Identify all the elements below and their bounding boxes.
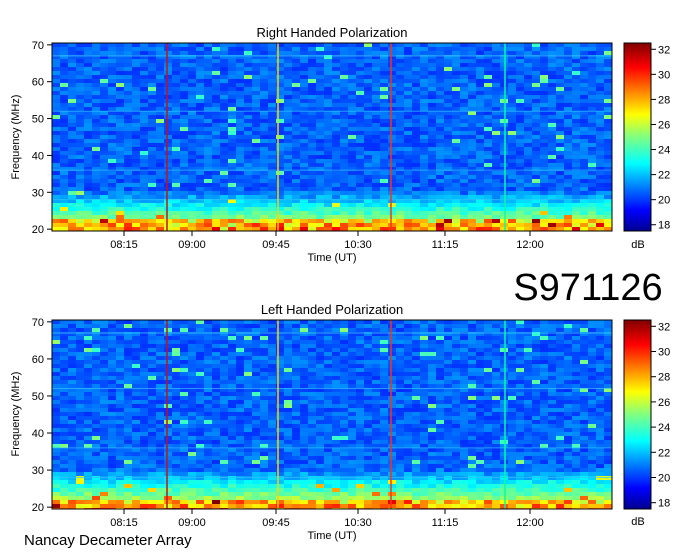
colorbar-tick-label: 20 [658, 195, 670, 207]
colorbar [623, 42, 652, 232]
x-tick-label: 09:00 [178, 239, 206, 251]
y-axis-label: Frequency (MHz) [10, 95, 22, 180]
panel-title: Right Handed Polarization [256, 25, 407, 40]
colorbar-tick-label: 26 [658, 119, 670, 131]
left-spectrogram-image [52, 320, 612, 509]
colorbar-tick-label: 22 [658, 170, 670, 182]
y-tick-label: 60 [32, 77, 44, 89]
colorbar-tick-label: 28 [658, 372, 670, 384]
colorbar-ticks: 32 30 28 26 24 22 20 18 [651, 44, 670, 232]
x-axis-ticks: 08:15 09:00 09:45 10:30 11:15 12:00 [110, 509, 544, 529]
colorbar-tick-label: 20 [658, 473, 670, 485]
x-axis-label: Time (UT) [307, 530, 356, 542]
x-tick-label: 09:00 [178, 517, 206, 529]
right-spectrogram-image [52, 43, 612, 231]
colorbar-unit: dB [631, 239, 644, 251]
colorbar-tick-label: 26 [658, 397, 670, 409]
x-tick-label: 12:00 [516, 239, 544, 251]
x-axis-ticks: 08:15 09:00 09:45 10:30 11:15 12:00 [110, 231, 544, 251]
y-tick-label: 40 [32, 150, 44, 162]
colorbar-tick-label: 24 [658, 145, 670, 157]
x-tick-label: 11:15 [432, 517, 459, 529]
footer-label: Nancay Decameter Array [24, 532, 192, 549]
colorbar-ticks: 32 30 28 26 24 22 20 18 [651, 321, 670, 510]
x-tick-label: 11:15 [432, 239, 459, 251]
y-tick-label: 50 [32, 114, 44, 126]
colorbar-tick-label: 30 [658, 347, 670, 359]
right-polarization-panel: Right Handed Polarization 20 30 40 50 60 70 0… [10, 25, 670, 264]
left-polarization-panel: Left Handed Polarization 20 30 40 50 60 70 08… [10, 302, 670, 542]
y-axis-label: Frequency (MHz) [10, 372, 22, 457]
y-tick-label: 40 [32, 428, 44, 440]
y-tick-label: 30 [32, 187, 44, 199]
colorbar-tick-label: 32 [658, 321, 670, 333]
y-tick-label: 60 [32, 354, 44, 366]
y-tick-label: 50 [32, 391, 44, 403]
x-tick-label: 09:45 [262, 239, 290, 251]
x-tick-label: 10:30 [344, 517, 372, 529]
y-tick-label: 30 [32, 465, 44, 477]
colorbar-tick-label: 28 [658, 94, 670, 106]
x-tick-label: 09:45 [262, 517, 290, 529]
x-tick-label: 10:30 [344, 239, 372, 251]
colorbar [623, 319, 652, 510]
y-axis-ticks: 20 30 40 50 60 70 [32, 40, 52, 236]
x-axis-label: Time (UT) [307, 252, 356, 264]
panel-title: Left Handed Polarization [261, 302, 403, 317]
x-tick-label: 12:00 [516, 517, 544, 529]
x-tick-label: 08:15 [110, 239, 138, 251]
colorbar-tick-label: 18 [658, 220, 670, 232]
y-tick-label: 20 [32, 502, 44, 514]
spectrogram-figure: Right Handed Polarization 20 30 40 50 60 70 0… [10, 25, 670, 549]
y-tick-label: 70 [32, 40, 44, 52]
colorbar-tick-label: 24 [658, 422, 670, 434]
y-tick-label: 70 [32, 317, 44, 329]
colorbar-tick-label: 32 [658, 44, 670, 56]
y-tick-label: 20 [32, 224, 44, 236]
colorbar-tick-label: 30 [658, 69, 670, 81]
colorbar-tick-label: 22 [658, 447, 670, 459]
colorbar-unit: dB [631, 516, 644, 528]
y-axis-ticks: 20 30 40 50 60 70 [32, 317, 52, 514]
colorbar-tick-label: 18 [658, 498, 670, 510]
x-tick-label: 08:15 [110, 517, 138, 529]
observation-id: S971126 [513, 267, 662, 309]
